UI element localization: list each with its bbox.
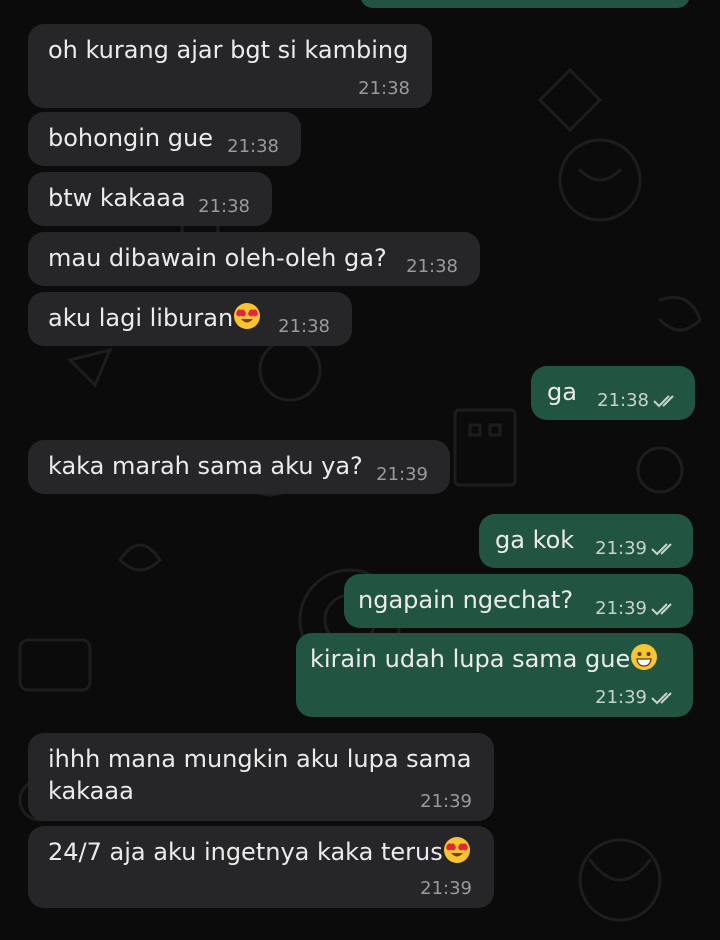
read-ticks-icon bbox=[651, 692, 672, 705]
heart-eyes-emoji-icon bbox=[443, 837, 470, 863]
message-text: ga bbox=[547, 378, 577, 406]
message-timestamp: 21:39 bbox=[595, 687, 647, 708]
grinning-emoji-icon bbox=[631, 644, 658, 670]
message-text-line-2: kakaaa bbox=[48, 777, 134, 805]
heart-eyes-emoji-icon bbox=[234, 303, 261, 329]
message-text: bohongin gue bbox=[48, 124, 213, 152]
message-timestamp: 21:39 bbox=[595, 598, 647, 619]
message-bubble-incoming[interactable]: mau dibawain oleh-oleh ga? 21:38 bbox=[28, 232, 480, 286]
message-bubble-outgoing[interactable]: ga 21:38 bbox=[531, 366, 695, 420]
message-timestamp: 21:39 bbox=[420, 791, 472, 812]
message-timestamp: 21:39 bbox=[376, 464, 428, 485]
message-timestamp: 21:38 bbox=[278, 316, 330, 337]
message-timestamp: 21:38 bbox=[597, 390, 649, 411]
message-text: mau dibawain oleh-oleh ga? bbox=[48, 244, 387, 272]
message-text: oh kurang ajar bgt si kambing bbox=[48, 36, 409, 64]
message-text: kaka marah sama aku ya? bbox=[48, 452, 363, 480]
message-text: ngapain ngechat? bbox=[358, 586, 574, 614]
message-text: btw kakaaa bbox=[48, 184, 186, 212]
message-bubble-incoming[interactable]: bohongin gue 21:38 bbox=[28, 112, 301, 166]
message-bubble-incoming[interactable]: aku lagi liburan 21:38 bbox=[28, 292, 352, 346]
message-timestamp: 21:38 bbox=[358, 78, 410, 99]
message-bubble-incoming[interactable]: 24/7 aja aku ingetnya kaka terus 21:39 bbox=[28, 826, 494, 908]
read-ticks-icon bbox=[653, 395, 674, 408]
message-timestamp: 21:38 bbox=[227, 136, 279, 157]
message-bubble-incoming[interactable]: ihhh mana mungkin aku lupa sama kakaaa 21… bbox=[28, 733, 494, 821]
read-ticks-icon bbox=[651, 543, 672, 556]
previous-outgoing-bubble-edge bbox=[360, 0, 690, 8]
message-bubble-outgoing[interactable]: ga kok 21:39 bbox=[479, 514, 693, 568]
message-text: aku lagi liburan bbox=[48, 304, 234, 332]
message-text: ga kok bbox=[495, 526, 575, 554]
message-text-line-1: ihhh mana mungkin aku lupa sama bbox=[48, 745, 472, 773]
message-bubble-incoming[interactable]: kaka marah sama aku ya? 21:39 bbox=[28, 440, 450, 494]
message-text: kirain udah lupa sama gue bbox=[310, 645, 631, 673]
message-timestamp: 21:39 bbox=[595, 538, 647, 559]
message-bubble-outgoing[interactable]: kirain udah lupa sama gue 21:39 bbox=[296, 633, 693, 717]
message-timestamp: 21:39 bbox=[420, 878, 472, 899]
message-bubble-outgoing[interactable]: ngapain ngechat? 21:39 bbox=[344, 574, 693, 628]
message-timestamp: 21:38 bbox=[198, 196, 250, 217]
message-text: 24/7 aja aku ingetnya kaka terus bbox=[48, 838, 443, 866]
message-bubble-incoming[interactable]: btw kakaaa 21:38 bbox=[28, 172, 272, 226]
read-ticks-icon bbox=[651, 603, 672, 616]
message-bubble-incoming[interactable]: oh kurang ajar bgt si kambing 21:38 bbox=[28, 24, 432, 108]
message-timestamp: 21:38 bbox=[406, 256, 458, 277]
